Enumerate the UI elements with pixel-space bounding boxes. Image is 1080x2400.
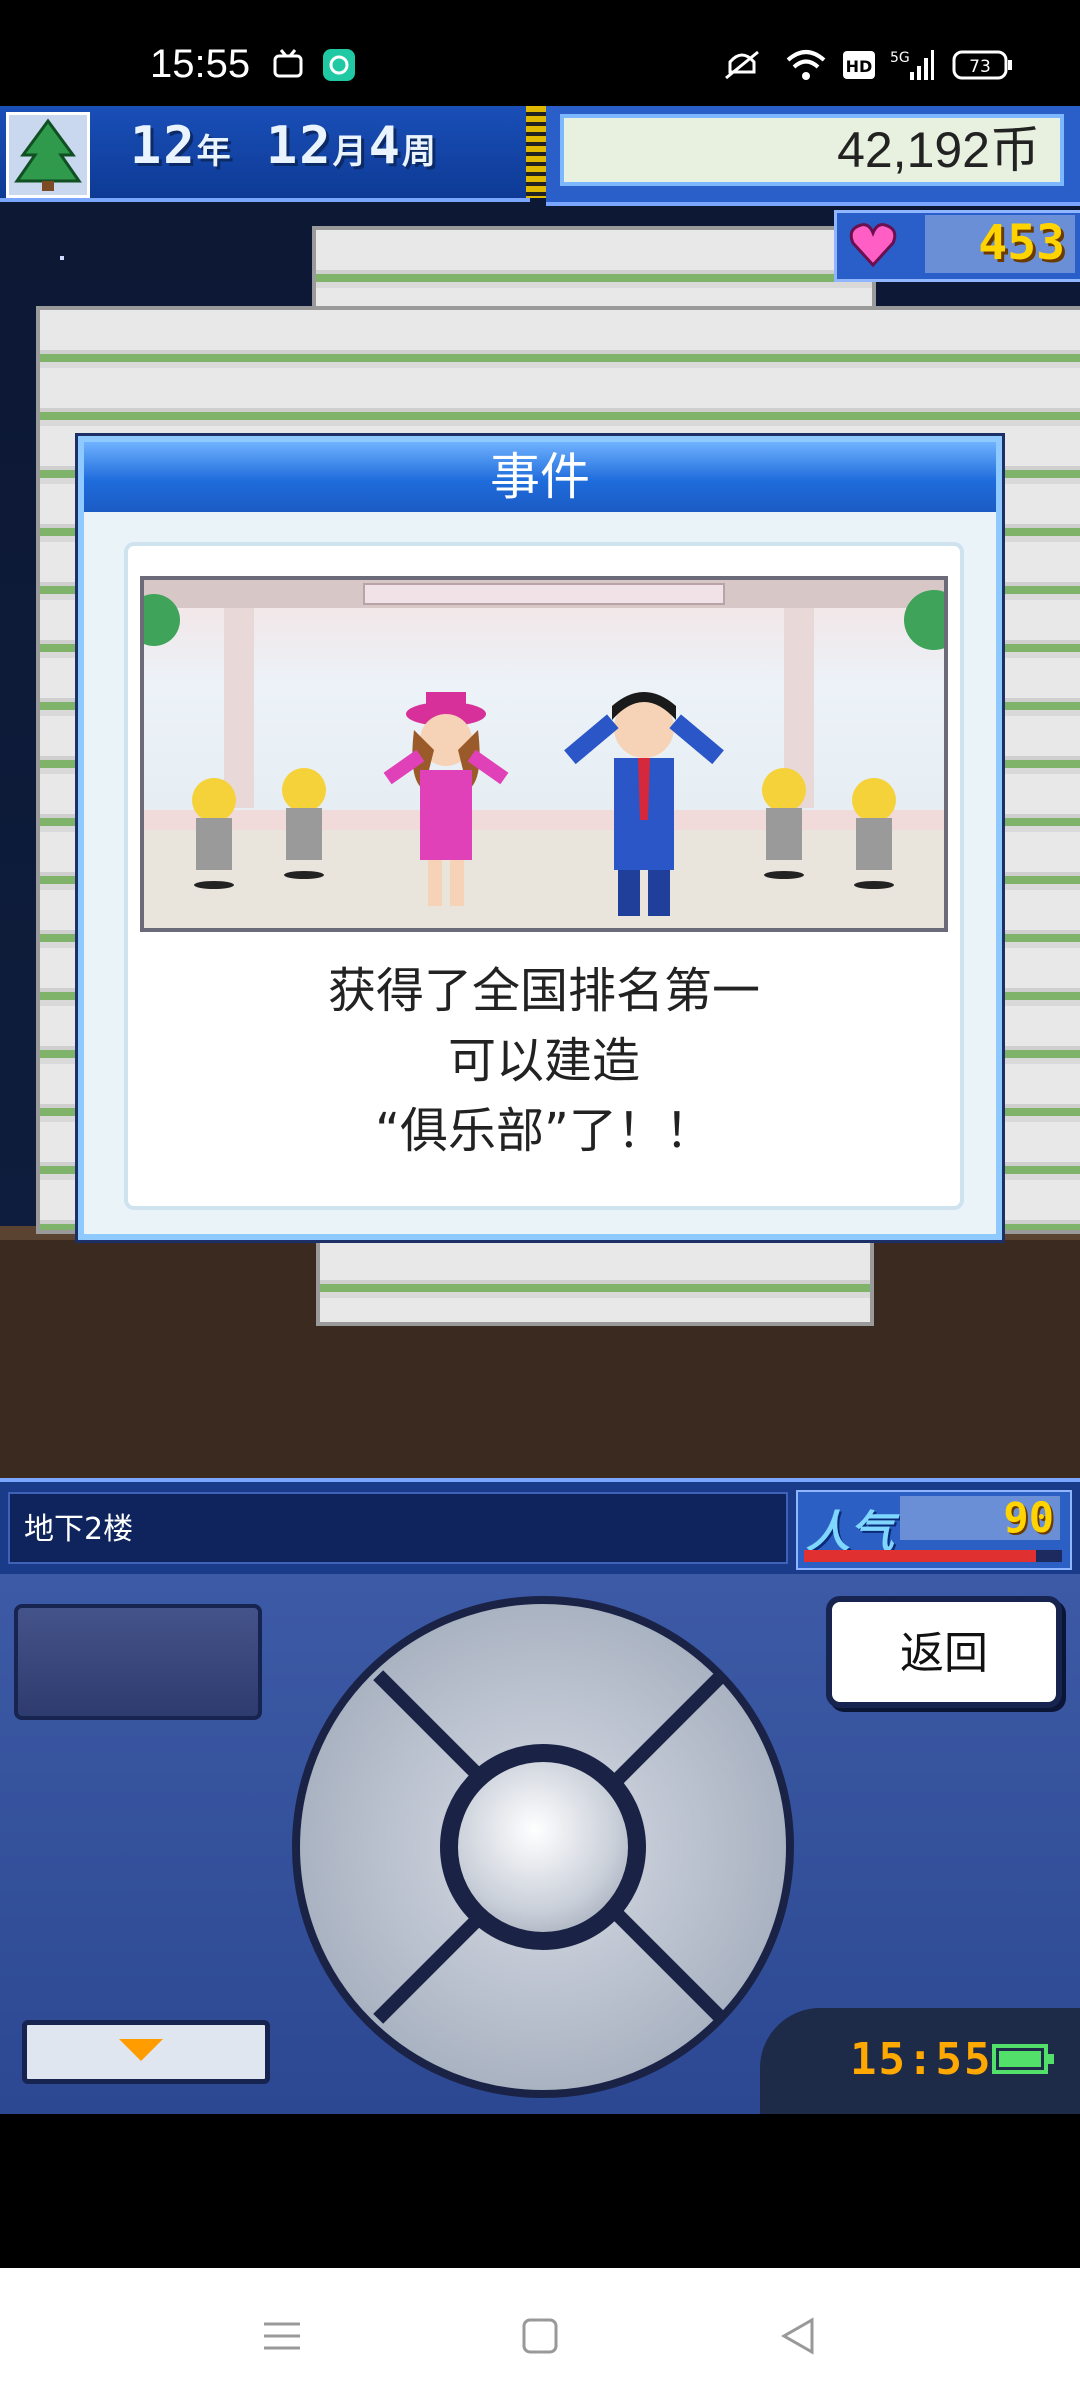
home-icon[interactable] (520, 2316, 560, 2367)
heart-icon (847, 219, 899, 271)
building-basement (316, 1236, 874, 1326)
popularity-panel: 人气 90 (796, 1490, 1072, 1570)
system-nav-bar (0, 2268, 1080, 2400)
battery-icon: 73 (952, 48, 1014, 82)
dialog-title: 事件 (84, 442, 996, 512)
dialog-content: 获得了全国排名第一 可以建造 “俱乐部”了！！ (124, 542, 964, 1210)
hd-badge: HD (842, 48, 876, 82)
status-time: 15:55 (150, 42, 251, 86)
hearts-panel: 453 (834, 210, 1080, 282)
hud-divider (526, 106, 548, 198)
svg-text:HD: HD (846, 57, 873, 76)
money-panel: 42,192币 (546, 106, 1080, 206)
hearts-count: 453 (925, 215, 1075, 273)
event-dialog[interactable]: 事件 获得了全国排名第一 可以建造 “俱乐部”了！！ (78, 436, 1002, 1240)
expand-menu-button[interactable] (22, 2020, 270, 2084)
event-message-line-1: 获得了全国排名第一 (327, 963, 760, 1019)
event-message-line-2: 可以建造 (447, 1033, 640, 1089)
popularity-gauge-fill (804, 1550, 1037, 1562)
device-clock-panel: 15:55 (760, 2008, 1080, 2114)
directional-pad[interactable] (292, 1596, 794, 2098)
left-action-slot[interactable] (14, 1604, 262, 1720)
tree-icon (6, 112, 90, 198)
control-panel: 地下2楼 人气 90 返回 15:55 (0, 1478, 1080, 2114)
menu-icon[interactable] (262, 2316, 302, 2367)
floor-bar: 地下2楼 人气 90 (0, 1478, 1080, 1578)
svg-text:5G: 5G (890, 50, 910, 66)
controller-area: 返回 15:55 (0, 1574, 1080, 2114)
battery-level: 73 (969, 57, 991, 77)
dropdown-arrow-icon (119, 2039, 163, 2061)
event-message: 获得了全国排名第一 可以建造 “俱乐部”了！！ (128, 956, 960, 1166)
popularity-value: 90 (900, 1496, 1060, 1540)
back-button[interactable]: 返回 (826, 1596, 1062, 1708)
game-clock: 15:55 (850, 2034, 993, 2085)
date-bar: 12年 12月4周 (0, 106, 530, 202)
dpad-center-button[interactable] (440, 1744, 646, 1950)
event-message-line-3: “俱乐部”了！！ (375, 1103, 713, 1159)
game-viewport[interactable]: 12年 12月4周 42,192币 453 事件 获得了全国排名第一 可以建造 … (0, 106, 1080, 1478)
current-floor-label: 地下2楼 (8, 1492, 788, 1564)
wifi-icon (786, 48, 826, 82)
tv-icon (272, 48, 304, 82)
signal-icon: 5G (890, 48, 934, 82)
panel-battery-icon (992, 2044, 1054, 2074)
money-value: 42,192币 (560, 114, 1064, 186)
app-notification-icon (322, 48, 356, 82)
back-icon[interactable] (778, 2316, 818, 2367)
event-illustration (140, 576, 948, 932)
popularity-gauge (804, 1550, 1062, 1562)
game-date: 12年 12月4周 (130, 116, 438, 176)
mute-icon (722, 48, 762, 82)
status-bar: 15:55 HD 5G 73 (0, 0, 1080, 106)
